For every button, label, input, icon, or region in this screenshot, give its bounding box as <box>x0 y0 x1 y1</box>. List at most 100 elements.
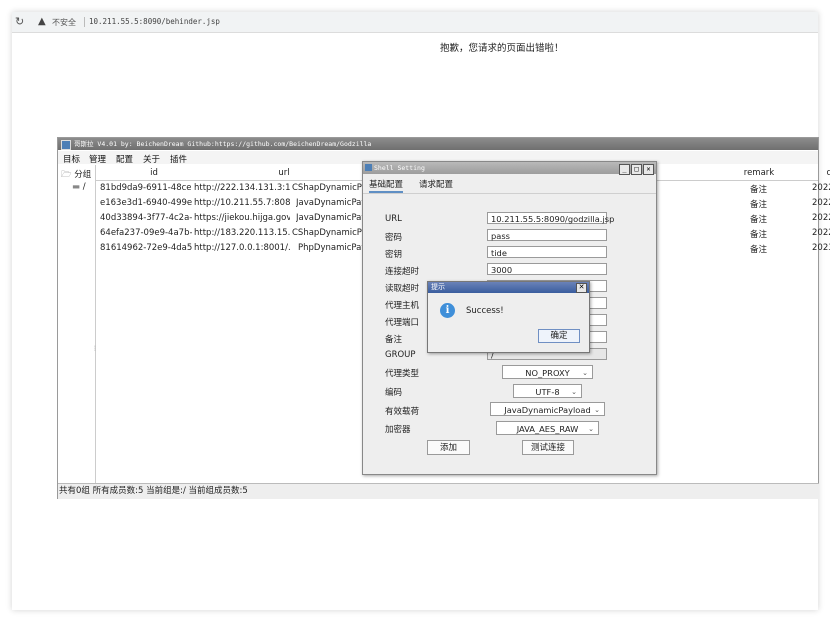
password-field[interactable]: pass <box>487 229 607 241</box>
cell-id: 64efa237-09e9-4a7b-... <box>100 228 192 238</box>
col-remark[interactable]: remark <box>741 168 777 178</box>
key-label: 密钥 <box>385 250 403 260</box>
cryption-label: 加密器 <box>385 425 411 435</box>
dialog-icon <box>365 164 372 171</box>
alert-message: Success! <box>466 306 504 316</box>
remark-label: 备注 <box>385 335 403 345</box>
encoding-value: UTF-8 <box>535 387 560 397</box>
warning-icon: ▲ <box>38 16 46 27</box>
menu-about[interactable]: 关于 <box>143 153 160 165</box>
reload-icon[interactable]: ↻ <box>15 15 24 28</box>
url-field[interactable]: 10.211.55.5:8090/behinder.jsp <box>89 17 220 26</box>
cell-remark: 备注 <box>750 215 768 225</box>
add-button[interactable]: 添加 <box>427 440 470 455</box>
folder-open-icon: 🗁 <box>61 170 72 180</box>
cell-id: 81614962-72e9-4da5... <box>100 243 192 253</box>
ok-button[interactable]: 确定 <box>538 329 580 343</box>
url-label: URL <box>385 214 402 224</box>
cell-remark: 备注 <box>750 185 768 195</box>
cell-url: http://127.0.0.1:8001/... <box>194 243 290 253</box>
read-timeout-label: 读取超时 <box>385 284 420 294</box>
cell-payload: CShapDynamicPa <box>292 183 362 193</box>
proxy-type-value: NO_PROXY <box>525 368 570 378</box>
cell-url: http://10.211.55.7:808... <box>194 198 290 208</box>
app-icon <box>61 140 71 150</box>
maximize-icon[interactable]: □ <box>631 164 642 175</box>
cell-create: 2022-08-26 <box>812 183 830 193</box>
proxy-port-label: 代理端口 <box>385 318 420 328</box>
encoding-select[interactable]: UTF-8 ⌄ <box>513 384 582 398</box>
cell-id: e163e3d1-6940-499e... <box>100 198 192 208</box>
group-label: GROUP <box>385 350 416 360</box>
dialog-title-bar: Shell Setting _ □ ✕ <box>363 162 656 175</box>
cell-id: 81bd9da9-6911-48ce... <box>100 183 192 193</box>
proxy-type-select[interactable]: NO_PROXY ⌄ <box>502 365 593 379</box>
col-url[interactable]: url <box>274 168 294 178</box>
alert-dialog: 提示 ✕ i Success! 确定 <box>427 281 590 353</box>
alert-title-bar: 提示 ✕ <box>428 282 589 293</box>
conn-timeout-field[interactable]: 3000 <box>487 263 607 275</box>
col-id[interactable]: id <box>144 168 164 178</box>
cell-remark: 备注 <box>750 230 768 240</box>
cell-remark: 备注 <box>750 200 768 210</box>
cell-payload: CShapDynamicPa <box>292 228 362 238</box>
alert-title: 提示 <box>431 283 445 291</box>
cell-payload: JavaDynamicPay <box>296 213 362 223</box>
cell-url: http://183.220.113.15... <box>194 228 290 238</box>
divider <box>84 17 85 27</box>
chevron-down-icon: ⌄ <box>571 388 577 396</box>
payload-select[interactable]: JavaDynamicPayload ⌄ <box>490 402 605 416</box>
menu-target[interactable]: 目标 <box>63 153 80 165</box>
folder-icon: ▬ <box>72 182 81 192</box>
proxy-host-label: 代理主机 <box>385 301 420 311</box>
cell-url: https://jiekou.hijga.gov... <box>194 213 290 223</box>
close-icon[interactable]: ✕ <box>576 283 587 293</box>
cell-payload: PhpDynamicPayl <box>298 243 362 253</box>
app-title-bar: 哥斯拉 V4.01 by: BeichenDream Github:https:… <box>58 138 818 150</box>
payload-value: JavaDynamicPayload <box>504 405 591 415</box>
cryption-select[interactable]: JAVA_AES_RAW ⌄ <box>496 421 599 435</box>
cryption-value: JAVA_AES_RAW <box>516 424 579 434</box>
cell-remark: 备注 <box>750 245 768 255</box>
tree-root-label: 分组 <box>74 170 92 180</box>
cell-create: 2022-09-21 <box>812 213 830 223</box>
group-tree: 🗁 分组 ▬ / ⋮ <box>58 165 98 483</box>
menu-config[interactable]: 配置 <box>116 153 133 165</box>
encoding-label: 编码 <box>385 388 403 398</box>
cell-create: 2023-02-08 <box>812 243 830 253</box>
url-field[interactable]: 10.211.55.5:8090/godzilla.jsp <box>487 212 614 224</box>
cell-payload: JavaDynamicPay <box>296 198 362 208</box>
cell-create: 2022-09-08 <box>812 198 830 208</box>
tab-basic-config[interactable]: 基础配置 <box>369 178 404 193</box>
password-label: 密码 <box>385 233 403 243</box>
tree-child-label: / <box>82 182 86 192</box>
tab-request-config[interactable]: 请求配置 <box>419 178 453 190</box>
address-bar: ↻ ▲ 不安全 10.211.55.5:8090/behinder.jsp <box>12 12 818 33</box>
payload-label: 有效载荷 <box>385 407 420 417</box>
tree-child[interactable]: ▬ / <box>72 182 86 192</box>
tree-root[interactable]: 🗁 分组 <box>61 168 91 183</box>
menu-manage[interactable]: 管理 <box>89 153 106 165</box>
close-icon[interactable]: ✕ <box>643 164 654 175</box>
key-field[interactable]: tide <box>487 246 607 258</box>
tab-divider <box>363 193 656 194</box>
chevron-down-icon: ⌄ <box>582 369 588 377</box>
proxy-type-label: 代理类型 <box>385 369 420 379</box>
app-title: 哥斯拉 V4.01 by: BeichenDream Github:https:… <box>74 140 372 148</box>
info-icon: i <box>440 303 455 318</box>
cell-url: http://222.134.131.3:1... <box>194 183 290 193</box>
menu-plugins[interactable]: 插件 <box>170 153 187 165</box>
dialog-title: Shell Setting <box>374 164 425 172</box>
col-create[interactable]: create <box>822 168 830 178</box>
chevron-down-icon: ⌄ <box>594 406 600 414</box>
insecure-label[interactable]: 不安全 <box>52 17 76 28</box>
cell-id: 40d33894-3f77-4c2a-... <box>100 213 192 223</box>
test-connection-button[interactable]: 测试连接 <box>522 440 574 455</box>
status-bar: 共有0组 所有成员数:5 当前组是:/ 当前组成员数:5 <box>58 483 819 499</box>
page-error-message: 抱歉，您请求的页面出错啦！ <box>440 43 564 54</box>
chevron-down-icon: ⌄ <box>588 425 594 433</box>
window-controls: _ □ ✕ <box>618 163 654 175</box>
cell-create: 2022-09-23 <box>812 228 830 238</box>
minimize-icon[interactable]: _ <box>619 164 630 175</box>
conn-timeout-label: 连接超时 <box>385 267 420 277</box>
